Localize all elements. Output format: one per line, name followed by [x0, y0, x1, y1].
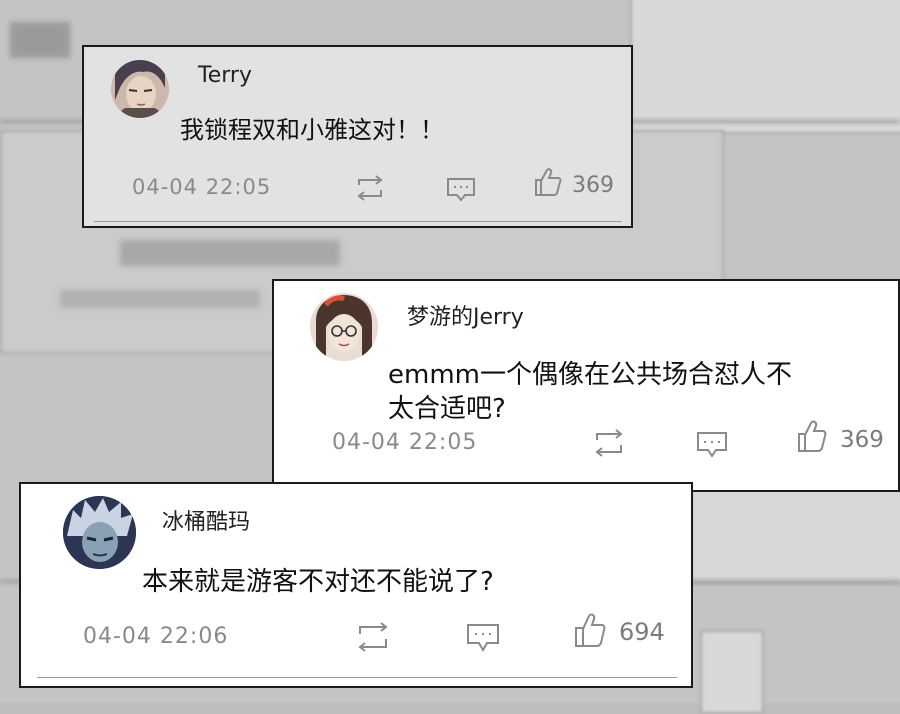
username[interactable]: 冰桶酷玛: [162, 504, 250, 536]
like-count: 369: [572, 173, 614, 198]
comment-card-terry: Terry 我锁程双和小雅这对！！ 04-04 22:05 369: [82, 45, 633, 228]
divider: [94, 221, 622, 222]
girl-with-glasses-avatar[interactable]: [310, 293, 378, 361]
comment-time: 04-04 22:06: [83, 624, 229, 649]
repost-icon[interactable]: [355, 622, 391, 656]
thumbs-up-icon[interactable]: [574, 612, 606, 652]
comment-icon[interactable]: [446, 177, 476, 207]
comment-text-line-1: emmm一个偶像在公共场合怼人不: [388, 360, 792, 390]
comment-card-jerry: 梦游的Jerry emmm一个偶像在公共场合怼人不 太合适吧? 04-04 22…: [272, 279, 900, 492]
repost-icon[interactable]: [354, 175, 386, 205]
comment-time: 04-04 22:05: [332, 430, 478, 455]
username[interactable]: 梦游的Jerry: [407, 299, 524, 331]
like-count: 369: [840, 427, 884, 453]
comment-text-line-2: 太合适吧?: [388, 394, 506, 424]
background-panel: [700, 630, 764, 714]
comment-text: 本来就是游客不对还不能说了?: [142, 567, 494, 597]
like-count: 694: [619, 618, 665, 646]
divider: [37, 677, 677, 678]
comment-text: 我锁程双和小雅这对！！: [180, 116, 444, 144]
background-blurred-text: [120, 240, 340, 266]
comment-icon[interactable]: [696, 431, 728, 463]
username[interactable]: Terry: [198, 63, 252, 88]
comment-icon[interactable]: [466, 623, 500, 657]
thumbs-up-icon[interactable]: [797, 419, 827, 457]
background-blurred-text: [60, 290, 260, 308]
dark-haired-man-avatar[interactable]: [111, 60, 169, 118]
background-panel: [690, 480, 900, 584]
background-blurred-text: [10, 22, 70, 58]
background-panel: [630, 0, 900, 134]
silver-haired-boy-avatar[interactable]: [63, 496, 136, 569]
comment-card-bingtong: 冰桶酷玛 本来就是游客不对还不能说了? 04-04 22:06 694: [19, 482, 693, 688]
comment-time: 04-04 22:05: [132, 175, 272, 199]
repost-icon[interactable]: [592, 429, 626, 461]
thumbs-up-icon[interactable]: [534, 167, 562, 201]
